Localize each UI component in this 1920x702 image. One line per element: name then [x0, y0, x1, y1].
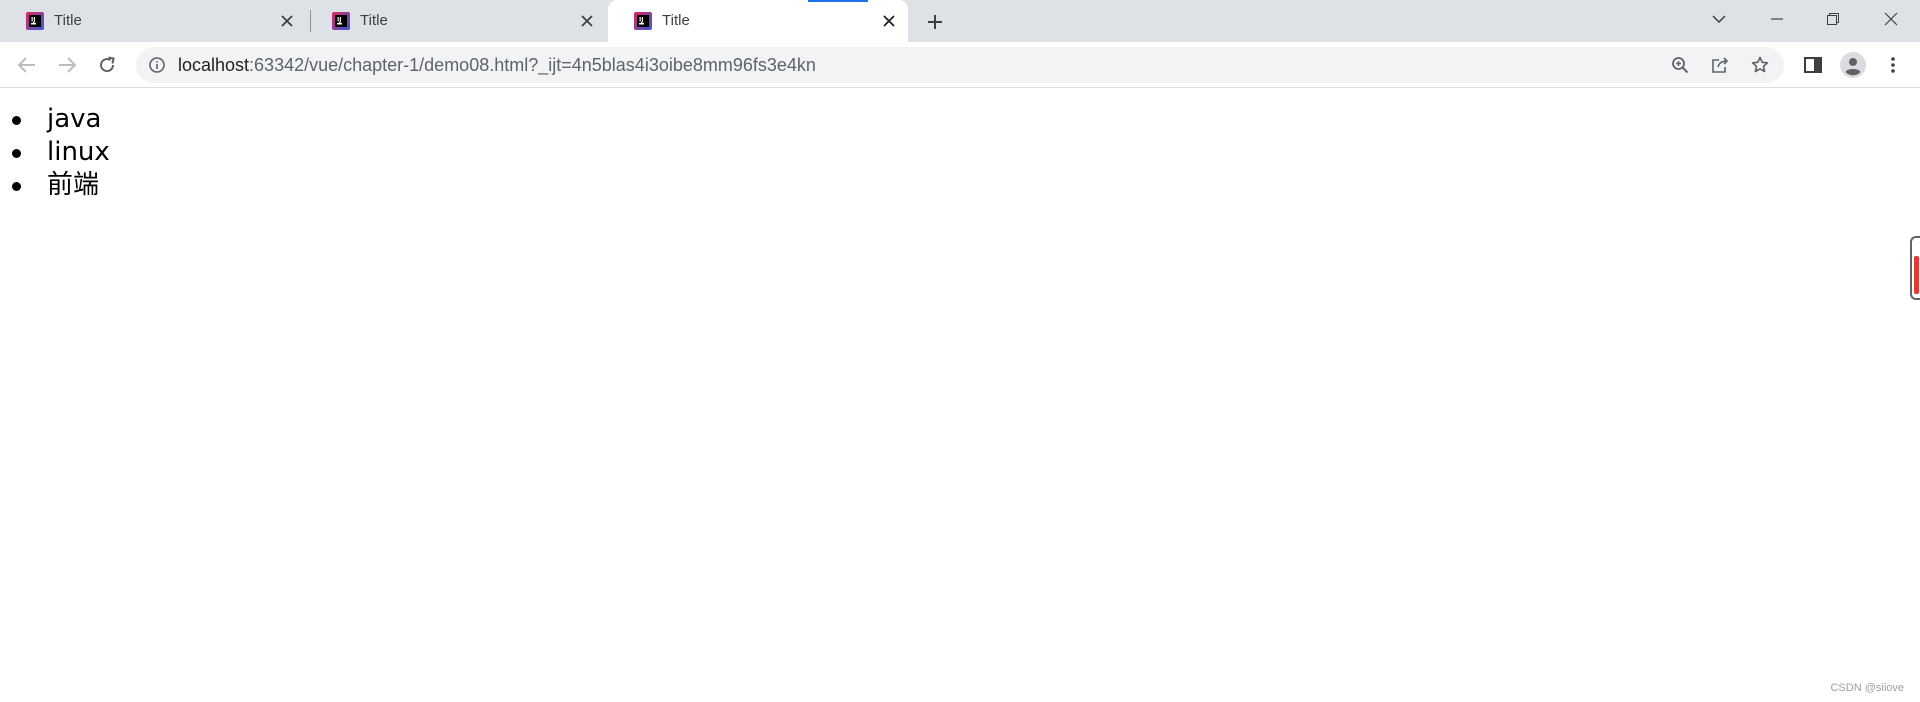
tab-3-active[interactable]: IJ Title: [608, 0, 908, 42]
svg-text:IJ: IJ: [31, 17, 35, 24]
forward-button[interactable]: [53, 51, 81, 79]
tab-title: Title: [360, 12, 388, 29]
list-item: 前端: [10, 169, 110, 202]
chevron-down-icon: [1712, 15, 1726, 23]
watermark: CSDN @siiove: [1830, 682, 1904, 694]
plus-icon: [928, 15, 942, 29]
side-widget-tab[interactable]: [1910, 236, 1920, 300]
close-icon[interactable]: [880, 12, 898, 30]
list-item-text: linux: [47, 137, 110, 167]
tab-title: Title: [662, 12, 690, 29]
browser-menu-button[interactable]: [1879, 51, 1907, 79]
info-icon[interactable]: [148, 56, 166, 74]
restore-icon: [1827, 13, 1839, 25]
side-widget-fill: [1914, 256, 1919, 294]
tab-1[interactable]: IJ Title: [0, 0, 306, 42]
arrow-right-icon: [59, 57, 76, 73]
close-icon: [1884, 12, 1898, 26]
tab-strip: IJ Title IJ Title IJ Title: [0, 0, 1920, 42]
new-tab-button[interactable]: [922, 9, 948, 35]
minimize-icon: [1771, 18, 1783, 20]
profile-button[interactable]: [1839, 51, 1867, 79]
zoom-icon[interactable]: [1670, 55, 1690, 75]
close-icon[interactable]: [278, 12, 296, 30]
list-item: linux: [10, 136, 110, 169]
kebab-menu-icon: [1891, 57, 1895, 73]
item-list: java linux 前端: [10, 103, 110, 202]
list-item-text: 前端: [47, 170, 100, 200]
bullet: [12, 149, 21, 158]
minimize-button[interactable]: [1748, 0, 1806, 38]
reload-icon: [100, 56, 115, 73]
close-window-button[interactable]: [1862, 0, 1920, 38]
jetbrains-favicon-icon: IJ: [332, 12, 350, 30]
url-text[interactable]: localhost:63342/vue/chapter-1/demo08.htm…: [178, 56, 816, 74]
side-panel-button[interactable]: [1799, 51, 1827, 79]
list-item-text: java: [47, 104, 102, 134]
back-button[interactable]: [13, 51, 41, 79]
bullet: [12, 116, 21, 125]
reload-button[interactable]: [93, 51, 121, 79]
jetbrains-favicon-icon: IJ: [26, 12, 44, 30]
restore-button[interactable]: [1804, 0, 1862, 38]
list-item: java: [10, 103, 110, 136]
search-tabs-button[interactable]: [1690, 0, 1748, 38]
url-path: :63342/vue/chapter-1/demo08.html?_ijt=4n…: [249, 55, 816, 75]
arrow-left-icon: [18, 57, 35, 73]
jetbrains-favicon-icon: IJ: [634, 12, 652, 30]
svg-text:IJ: IJ: [337, 17, 341, 24]
tab-2[interactable]: IJ Title: [306, 0, 606, 42]
bullet: [12, 182, 21, 191]
star-icon[interactable]: [1750, 55, 1770, 75]
url-host: localhost: [178, 55, 250, 75]
share-icon[interactable]: [1710, 55, 1730, 75]
loading-indicator: [808, 0, 868, 2]
page-content: java linux 前端: [0, 89, 1920, 702]
close-icon[interactable]: [578, 12, 596, 30]
tab-title: Title: [54, 12, 82, 29]
browser-toolbar: localhost:63342/vue/chapter-1/demo08.htm…: [0, 42, 1920, 88]
side-panel-icon: [1804, 57, 1822, 73]
address-bar[interactable]: localhost:63342/vue/chapter-1/demo08.htm…: [136, 47, 1784, 83]
svg-text:IJ: IJ: [639, 17, 643, 24]
profile-icon: [1840, 52, 1866, 78]
